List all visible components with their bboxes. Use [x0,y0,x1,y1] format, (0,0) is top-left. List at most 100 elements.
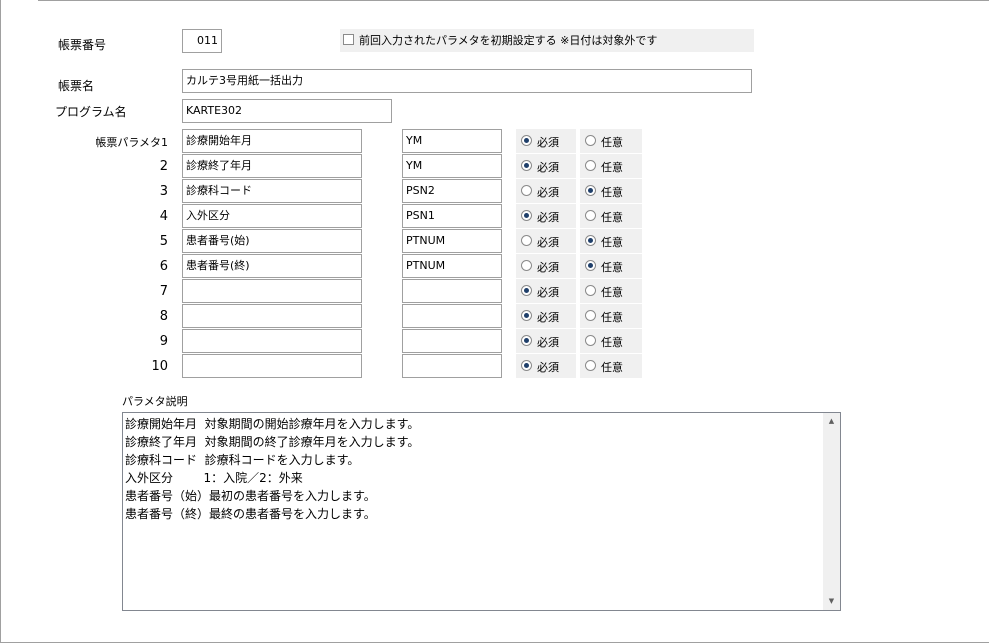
param-name-field[interactable]: 入外区分 [182,204,362,228]
param-name-field[interactable] [182,354,362,378]
scroll-down-icon[interactable]: ▼ [823,593,840,610]
radio-button-icon[interactable] [585,260,596,271]
radio-button-icon[interactable] [521,285,532,296]
param-required-radio[interactable]: 必須 [516,154,576,178]
param-required-radio[interactable]: 必須 [516,204,576,228]
param-required-radio[interactable]: 必須 [516,304,576,328]
param-code-field[interactable] [402,354,502,378]
param-number-label: 10 [151,359,168,374]
param-optional-label: 任意 [601,136,623,149]
param-optional-radio[interactable]: 任意 [580,354,642,378]
param-number-label: 6 [159,259,168,274]
param-optional-radio[interactable]: 任意 [580,204,642,228]
param-optional-radio[interactable]: 任意 [580,179,642,203]
radio-button-icon[interactable] [521,235,532,246]
param-optional-label: 任意 [601,186,623,199]
radio-button-icon[interactable] [585,285,596,296]
param-name-field[interactable] [182,329,362,353]
description-text: 診療開始年月 対象期間の開始診療年月を入力します。 診療終了年月 対象期間の終了診… [125,415,419,523]
param-required-label: 必須 [537,161,559,174]
radio-button-icon[interactable] [585,135,596,146]
param-required-label: 必須 [537,211,559,224]
param-name-field[interactable]: 患者番号(始) [182,229,362,253]
param-required-radio[interactable]: 必須 [516,354,576,378]
param-optional-radio[interactable]: 任意 [580,279,642,303]
param-name-field[interactable]: 診療開始年月 [182,129,362,153]
description-textarea[interactable]: 診療開始年月 対象期間の開始診療年月を入力します。 診療終了年月 対象期間の終了診… [122,412,841,611]
tab-active [0,0,38,2]
radio-button-icon[interactable] [521,185,532,196]
radio-button-icon[interactable] [521,360,532,371]
param-name-field[interactable]: 診療終了年月 [182,154,362,178]
param-optional-radio[interactable]: 任意 [580,254,642,278]
description-line: 入外区分 1：入院／2：外来 [125,471,303,485]
param-code-field[interactable]: YM [402,154,502,178]
description-line: 診療開始年月 対象期間の開始診療年月を入力します。 [125,417,420,431]
param-number-label: 帳票パラメタ1 [95,136,168,149]
param-optional-label: 任意 [601,311,623,324]
description-line: 患者番号（始）最初の患者番号を入力します。 [125,489,376,503]
param-number-label: 2 [159,159,168,174]
param-name-field[interactable] [182,279,362,303]
radio-button-icon[interactable] [521,210,532,221]
param-number-label: 4 [159,209,168,224]
param-name-field[interactable]: 診療科コード [182,179,362,203]
scroll-up-icon[interactable]: ▲ [823,413,840,430]
program-name-field[interactable]: KARTE302 [182,99,392,123]
param-required-radio[interactable]: 必須 [516,129,576,153]
param-optional-radio[interactable]: 任意 [580,304,642,328]
radio-button-icon[interactable] [521,160,532,171]
param-optional-radio[interactable]: 任意 [580,154,642,178]
param-optional-radio[interactable]: 任意 [580,329,642,353]
param-number-label: 8 [159,309,168,324]
init-setting-checkbox[interactable] [343,34,354,45]
param-required-radio[interactable]: 必須 [516,329,576,353]
init-setting-checkbox-area[interactable]: 前回入力されたパラメタを初期設定する ※日付は対象外です [340,29,754,52]
param-code-field[interactable]: PTNUM [402,229,502,253]
description-label: パラメタ説明 [122,395,188,408]
init-setting-checkbox-label: 前回入力されたパラメタを初期設定する ※日付は対象外です [359,34,658,47]
radio-button-icon[interactable] [585,310,596,321]
radio-button-icon[interactable] [585,210,596,221]
param-name-field[interactable] [182,304,362,328]
param-optional-label: 任意 [601,211,623,224]
radio-button-icon[interactable] [585,335,596,346]
param-optional-label: 任意 [601,161,623,174]
description-line: 診療終了年月 対象期間の終了診療年月を入力します。 [125,435,420,449]
param-required-radio[interactable]: 必須 [516,279,576,303]
radio-button-icon[interactable] [521,260,532,271]
param-code-field[interactable]: PSN1 [402,204,502,228]
description-line: 患者番号（終）最終の患者番号を入力します。 [125,507,376,521]
radio-button-icon[interactable] [521,310,532,321]
param-code-field[interactable] [402,329,502,353]
radio-button-icon[interactable] [585,185,596,196]
param-optional-radio[interactable]: 任意 [580,129,642,153]
report-number-field[interactable]: 011 [182,29,222,53]
param-code-field[interactable]: PSN2 [402,179,502,203]
param-required-label: 必須 [537,136,559,149]
param-required-label: 必須 [537,311,559,324]
param-code-field[interactable]: PTNUM [402,254,502,278]
param-required-radio[interactable]: 必須 [516,254,576,278]
param-required-radio[interactable]: 必須 [516,229,576,253]
param-code-field[interactable] [402,279,502,303]
radio-button-icon[interactable] [521,335,532,346]
radio-button-icon[interactable] [585,235,596,246]
param-required-label: 必須 [537,361,559,374]
param-required-radio[interactable]: 必須 [516,179,576,203]
report-number-label: 帳票番号 [58,38,107,52]
radio-button-icon[interactable] [521,135,532,146]
param-code-field[interactable] [402,304,502,328]
param-name-field[interactable]: 患者番号(終) [182,254,362,278]
description-line: 診療科コード 診療科コードを入力します。 [125,453,360,467]
param-code-field[interactable]: YM [402,129,502,153]
param-optional-label: 任意 [601,236,623,249]
description-scrollbar[interactable]: ▲ ▼ [823,413,840,610]
param-optional-radio[interactable]: 任意 [580,229,642,253]
param-optional-label: 任意 [601,336,623,349]
param-required-label: 必須 [537,336,559,349]
radio-button-icon[interactable] [585,360,596,371]
param-required-label: 必須 [537,261,559,274]
radio-button-icon[interactable] [585,160,596,171]
report-name-field[interactable]: カルテ3号用紙一括出力 [182,69,752,93]
